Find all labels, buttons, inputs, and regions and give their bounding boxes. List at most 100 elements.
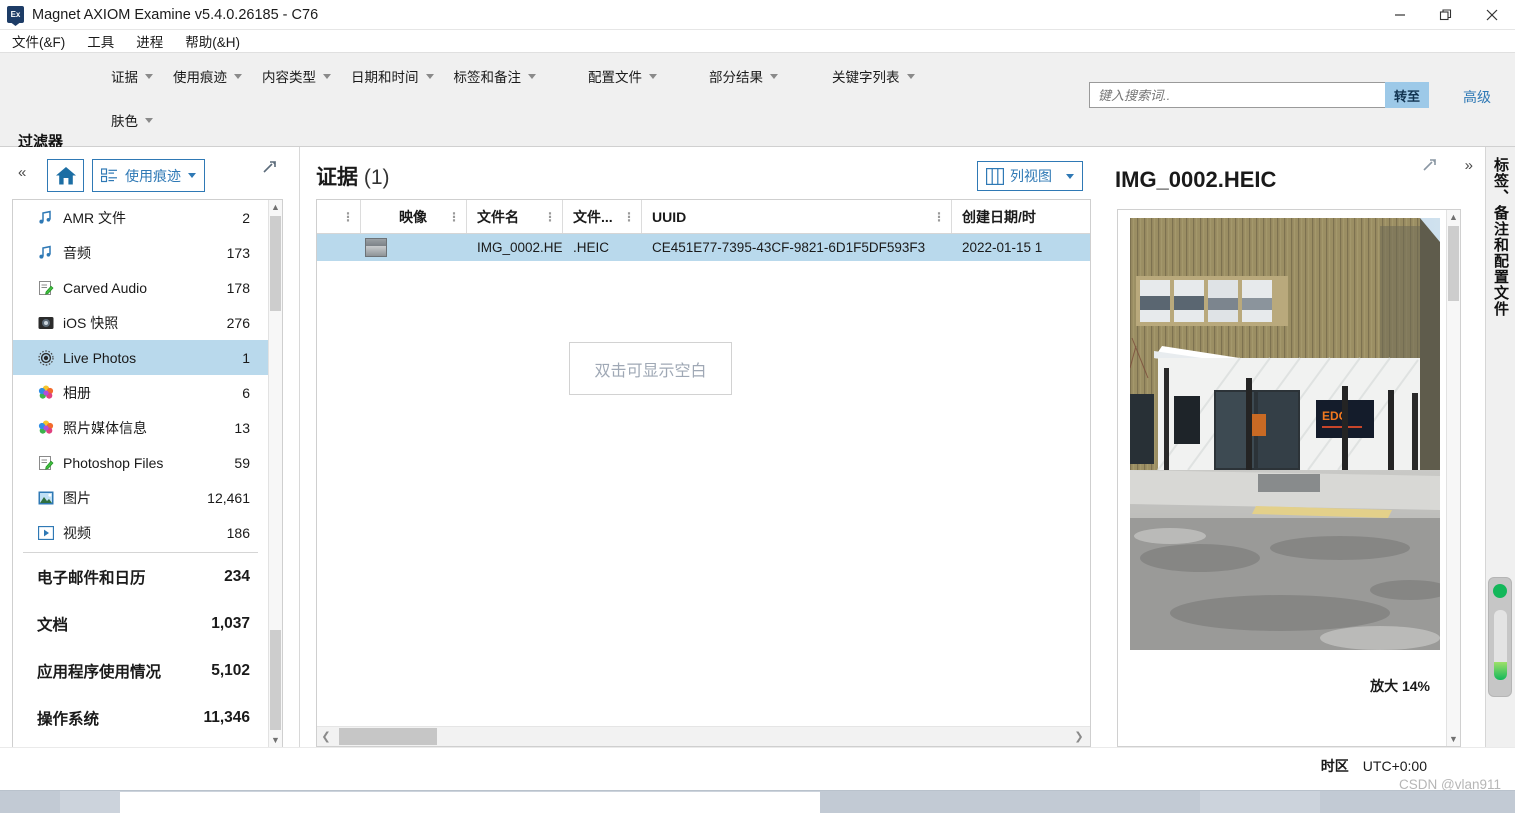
left-panel-scrollbar[interactable]: ▲ ▼ (268, 200, 282, 747)
column-header-filetype[interactable]: 文件... ⋮ (563, 200, 642, 233)
list-item[interactable]: 图片 12,461 (13, 480, 268, 515)
taskbar[interactable] (0, 790, 1515, 813)
chevron-left-icon[interactable]: ❮ (317, 730, 335, 743)
category-item-operating-system[interactable]: 操作系统 11,346 (13, 694, 268, 741)
list-item[interactable]: 相册 6 (13, 375, 268, 410)
menu-item-file[interactable]: 文件(&F) (12, 31, 65, 51)
menu-item-help[interactable]: 帮助(&H) (185, 31, 240, 51)
artifact-list-container: AMR 文件 2 音频 173 Carved Audio 178 iOS 快照 … (12, 199, 283, 747)
filter-artifacts[interactable]: 使用痕迹 (167, 61, 248, 91)
menu-item-tools[interactable]: 工具 (87, 31, 114, 51)
chevron-right-icon[interactable]: ❯ (1070, 730, 1088, 743)
menu-item-process[interactable]: 进程 (136, 31, 163, 51)
restore-icon[interactable] (1423, 0, 1469, 30)
document-minimap[interactable] (1488, 577, 1512, 697)
column-menu-icon[interactable]: ⋮ (544, 211, 556, 223)
column-header-select[interactable]: ⋮ (317, 200, 361, 233)
column-header-image[interactable]: 映像 ⋮ (389, 200, 467, 233)
popout-icon[interactable] (261, 159, 277, 178)
search-area: 转至 (1088, 82, 1429, 108)
chevron-down-icon (906, 73, 915, 79)
filter-date-time[interactable]: 日期和时间 (345, 61, 440, 91)
filter-partial-results[interactable]: 部分结果 (703, 61, 784, 91)
chevron-double-right-icon[interactable]: » (1465, 157, 1473, 174)
scroll-down-icon[interactable]: ▼ (269, 733, 282, 747)
column-menu-icon[interactable]: ⋮ (623, 211, 635, 223)
go-button[interactable]: 转至 (1384, 82, 1429, 108)
column-menu-icon[interactable]: ⋮ (933, 211, 945, 223)
home-button[interactable] (47, 159, 84, 192)
category-label: 电子邮件和日历 (37, 569, 146, 587)
advanced-search-link[interactable]: 高级 (1463, 87, 1491, 107)
title-bar: Ex Magnet AXIOM Examine v5.4.0.26185 - C… (0, 0, 1515, 30)
taskbar-segment[interactable] (820, 791, 1200, 813)
search-input[interactable] (1088, 82, 1385, 108)
minimize-icon[interactable] (1377, 0, 1423, 30)
minimap-track[interactable] (1494, 610, 1507, 680)
list-item[interactable]: 视频 186 (13, 515, 268, 550)
table-row[interactable]: IMG_0002.HEIC .HEIC CE451E77-7395-43CF-9… (317, 234, 1090, 261)
column-header-filename[interactable]: 文件名 ⋮ (467, 200, 563, 233)
category-item-app-usage[interactable]: 应用程序使用情况 5,102 (13, 647, 268, 694)
filter-content-type[interactable]: 内容类型 (256, 61, 337, 91)
list-item[interactable]: Photoshop Files 59 (13, 445, 268, 480)
scroll-up-icon[interactable]: ▲ (269, 200, 282, 214)
column-header-uuid[interactable]: UUID ⋮ (642, 200, 952, 233)
popout-icon[interactable] (1421, 157, 1437, 176)
list-view-label: 列视图 (1010, 168, 1052, 184)
preview-image[interactable]: EDG (1130, 218, 1440, 650)
list-view-button[interactable]: 列视图 (977, 161, 1083, 191)
taskbar-active-window[interactable] (120, 792, 820, 813)
list-icon (101, 168, 117, 183)
column-menu-icon[interactable]: ⋮ (448, 211, 460, 223)
list-item[interactable]: iOS 快照 276 (13, 305, 268, 340)
scroll-up-icon[interactable]: ▲ (1447, 210, 1460, 224)
cell-uuid: CE451E77-7395-43CF-9821-6D1F5DF593F3 (652, 240, 926, 255)
scrollbar-thumb-secondary[interactable] (270, 630, 281, 730)
timezone-value: UTC+0:00 (1362, 758, 1427, 774)
list-item[interactable]: 照片媒体信息 13 (13, 410, 268, 445)
filter-tags-comments[interactable]: 标签和备注 (448, 61, 543, 91)
category-item-documents[interactable]: 文档 1,037 (13, 600, 268, 647)
column-header-thumb[interactable] (361, 200, 389, 233)
category-count: 1,037 (211, 614, 250, 632)
list-item-label: Photoshop Files (63, 454, 164, 471)
scroll-down-icon[interactable]: ▼ (1447, 732, 1460, 746)
filter-content-type-label: 内容类型 (262, 70, 316, 85)
scrollbar-thumb[interactable] (270, 216, 281, 311)
list-item[interactable]: 音频 173 (13, 235, 268, 270)
list-item[interactable]: AMR 文件 2 (13, 200, 268, 235)
chevron-double-left-icon[interactable]: « (18, 164, 26, 181)
cell-filetype: .HEIC (573, 240, 610, 255)
list-item-count: 1 (242, 349, 250, 366)
filter-skin-tone[interactable]: 肤色 (105, 105, 159, 135)
sidebar-item-live-photos[interactable]: Live Photos 1 (13, 340, 268, 375)
minimap-thumb[interactable] (1494, 662, 1507, 680)
list-item-label: iOS 快照 (63, 314, 119, 331)
preview-title: IMG_0002.HEIC (1115, 167, 1277, 192)
category-item-email-calendar[interactable]: 电子邮件和日历 234 (13, 553, 268, 600)
status-bar: 时区 UTC+0:00 CSDN @vlan911 (0, 747, 1515, 792)
scrollbar-thumb[interactable] (1448, 226, 1459, 301)
chevron-down-icon (323, 73, 331, 79)
hscrollbar-thumb[interactable] (339, 728, 437, 745)
list-item[interactable]: Carved Audio 178 (13, 270, 268, 305)
filter-profiles[interactable]: 配置文件 (582, 61, 663, 91)
category-count: 234 (224, 567, 250, 585)
preview-scrollbar[interactable]: ▲ ▼ (1446, 210, 1460, 746)
filter-evidence[interactable]: 证据 (105, 61, 159, 91)
carved-file-icon (37, 454, 54, 471)
column-header-created[interactable]: 创建日期/时 (952, 200, 1072, 233)
column-menu-icon[interactable]: ⋮ (342, 211, 354, 223)
table-horizontal-scrollbar[interactable]: ❮ ❯ (317, 726, 1090, 746)
close-icon[interactable] (1469, 0, 1515, 30)
taskbar-segment[interactable] (0, 791, 60, 813)
preview-inner: EDG 放大 14% (1118, 210, 1446, 746)
filter-keyword-list[interactable]: 关键字列表 (826, 61, 921, 91)
window-controls (1377, 0, 1515, 30)
video-icon (37, 524, 54, 541)
tab-tags-comments-profiles[interactable]: 标签、备注和配置文件 (1485, 147, 1515, 747)
artifact-selector[interactable]: 使用痕迹 (92, 159, 205, 192)
taskbar-segment[interactable] (1320, 791, 1515, 813)
blank-preview-hint[interactable]: 双击可显示空白 (569, 342, 732, 395)
